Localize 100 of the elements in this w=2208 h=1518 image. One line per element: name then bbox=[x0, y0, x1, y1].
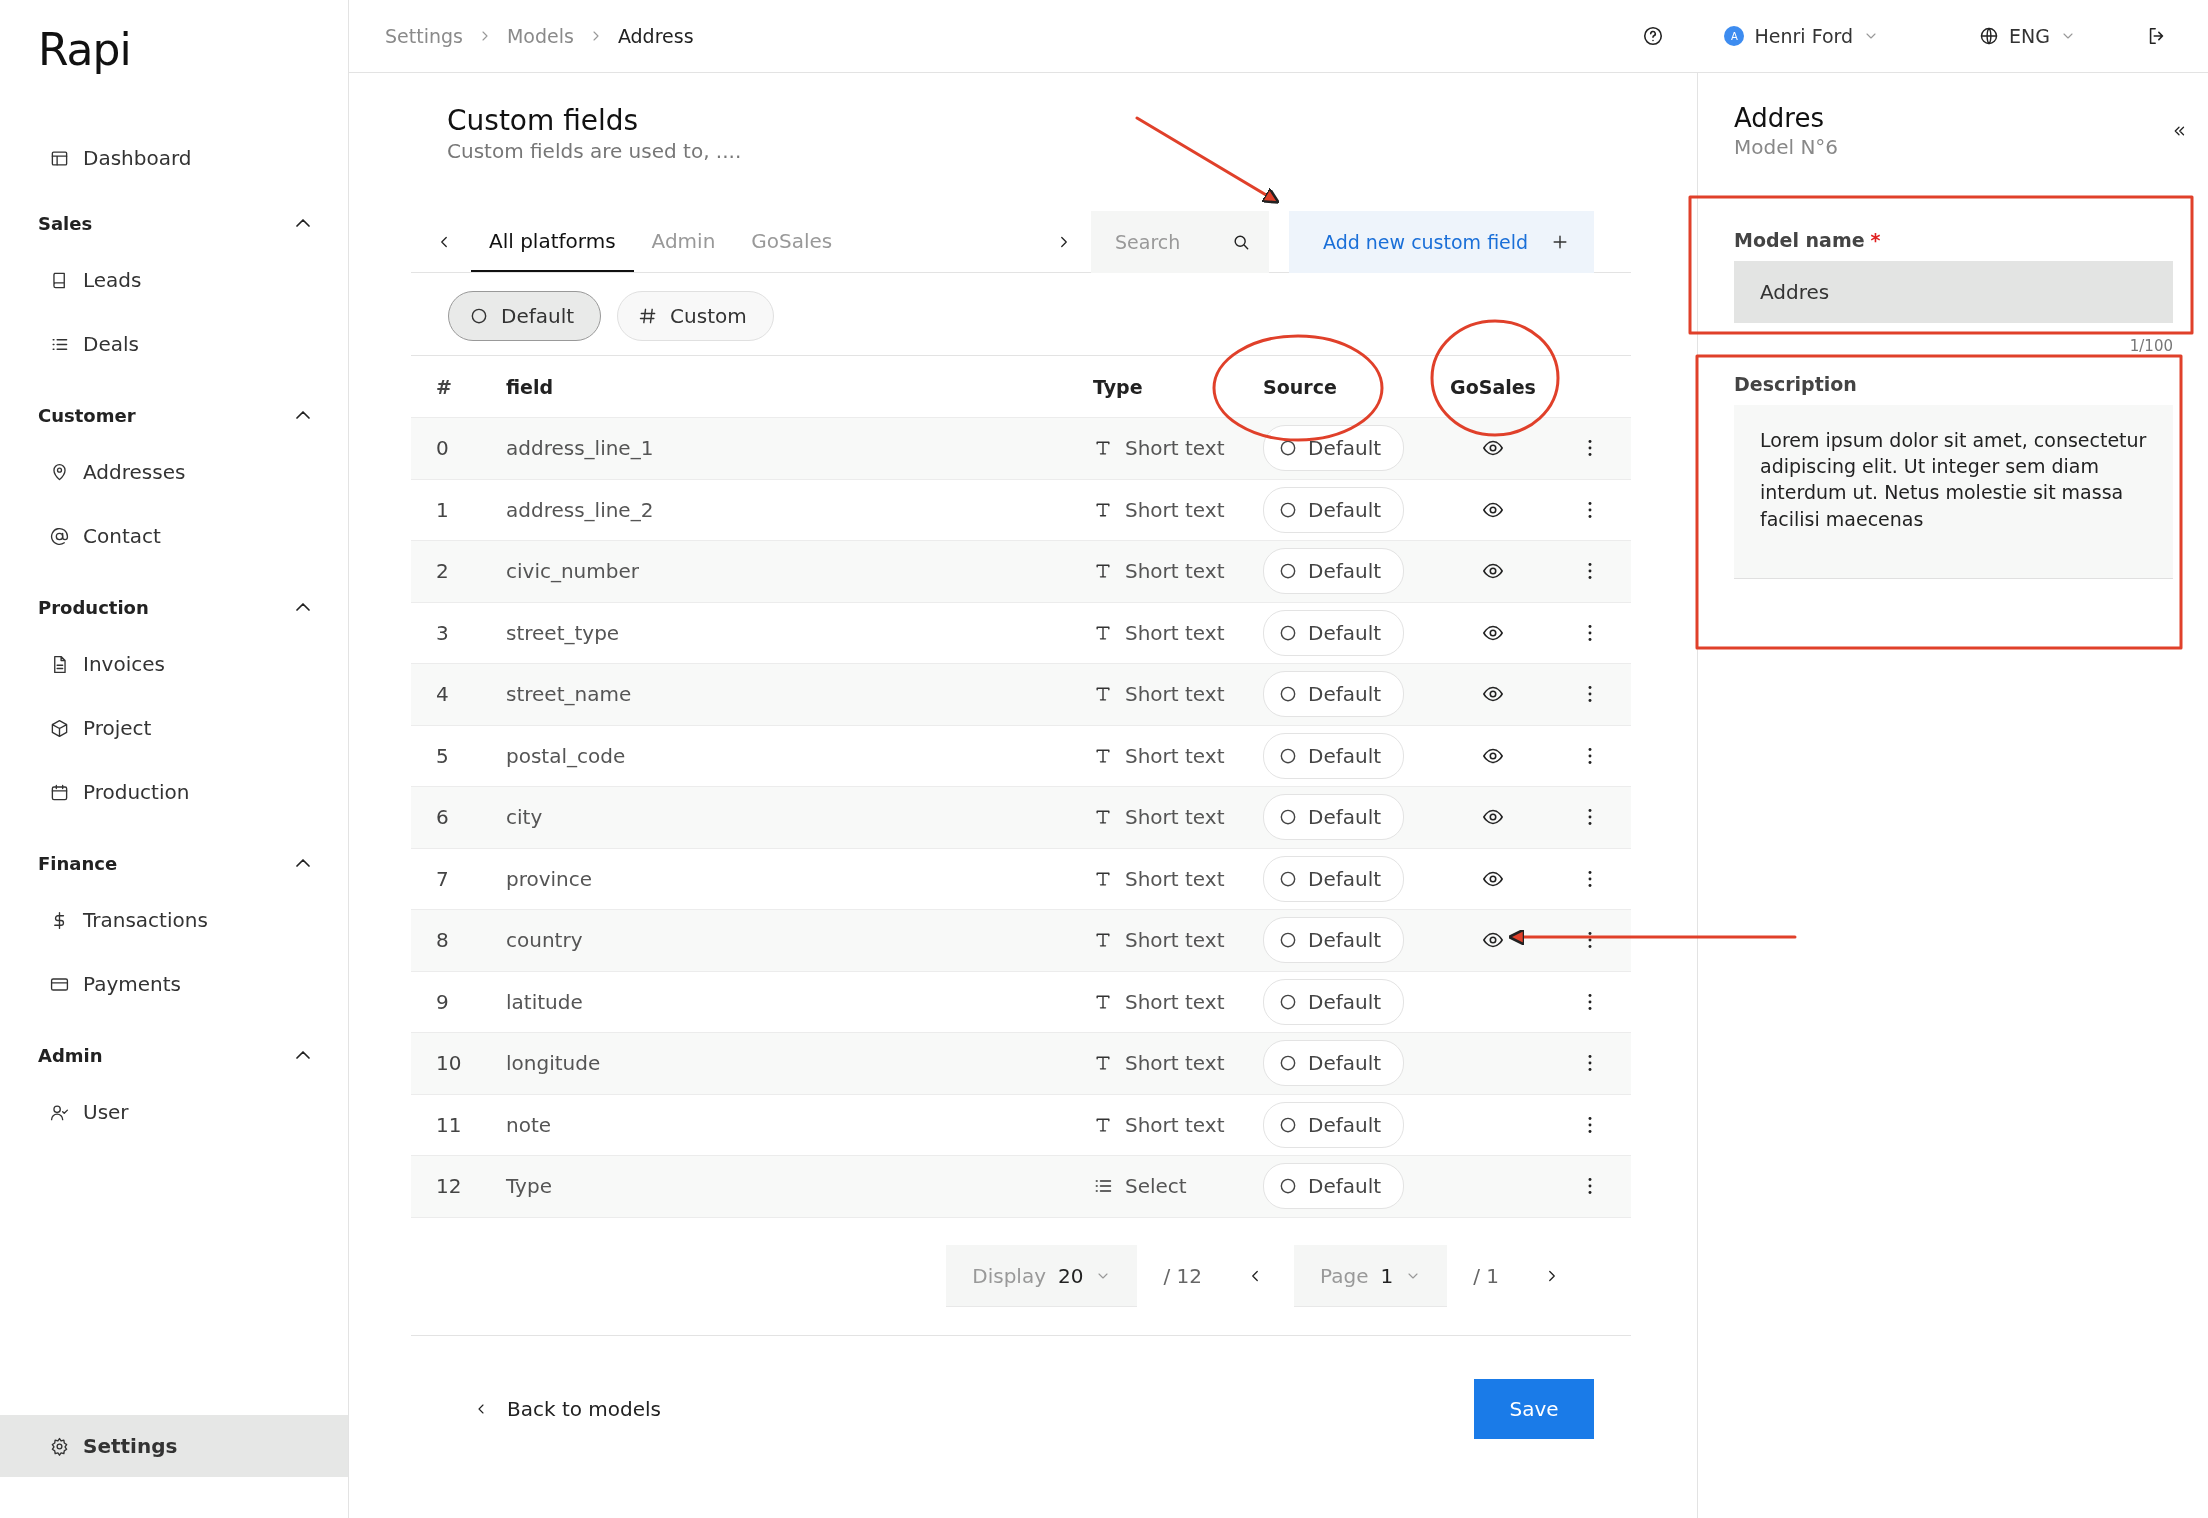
breadcrumb-link[interactable]: Address bbox=[617, 25, 694, 47]
user-menu[interactable]: A Henri Ford bbox=[1724, 25, 1880, 47]
location-pin-icon bbox=[50, 462, 69, 482]
table-cell-text: 3 bbox=[435, 620, 450, 645]
table-cell-text: 0 bbox=[435, 436, 450, 461]
table-cell: Short text bbox=[1125, 497, 1225, 522]
column-header: GoSales bbox=[1449, 375, 1537, 398]
panel-subtitle: Model N°6 bbox=[1734, 135, 1839, 159]
source-tag: Default bbox=[1263, 1040, 1405, 1087]
column-header: # bbox=[435, 375, 453, 398]
nav-group-header[interactable]: Finance bbox=[0, 834, 348, 889]
nav-item[interactable]: Invoices bbox=[0, 632, 348, 697]
field-label: Description bbox=[1734, 373, 1857, 395]
source-tag: Default bbox=[1263, 794, 1405, 841]
table-cell: Short text bbox=[1125, 620, 1225, 645]
layout-icon bbox=[50, 148, 69, 168]
page-count: / 1 bbox=[1473, 1264, 1499, 1288]
table-cell-text: civic_number bbox=[506, 559, 640, 584]
table-cell-text: city bbox=[506, 805, 544, 830]
description-field[interactable]: Lorem ipsum dolor sit amet, consectetur adipiscing elit. Ut integer sem diam interdum ut. Netus molestie sit massa facilisi maecenas bbox=[1734, 405, 2173, 579]
nav-item[interactable]: Transactions bbox=[0, 888, 348, 953]
nav-group-header[interactable]: Admin bbox=[0, 1026, 348, 1081]
chevron-icon bbox=[296, 859, 310, 868]
table-cell-text: 11 bbox=[435, 1112, 463, 1137]
table-cell-text: 8 bbox=[435, 928, 450, 953]
filter-chip[interactable]: Custom bbox=[617, 291, 774, 341]
source-tag: Default bbox=[1263, 978, 1405, 1025]
nav-group-header[interactable]: Customer bbox=[0, 386, 348, 441]
source-tag: Default bbox=[1263, 1101, 1405, 1148]
source-tag: Default bbox=[1263, 425, 1405, 472]
nav-item[interactable]: Payments bbox=[0, 952, 348, 1017]
table-cell: Short text bbox=[1125, 743, 1225, 768]
table-cell-text: 5 bbox=[435, 743, 450, 768]
nav-item[interactable]: Deals bbox=[0, 312, 348, 377]
page-select[interactable]: Page 1 bbox=[1294, 1245, 1448, 1307]
back-link[interactable]: Back to models bbox=[473, 1396, 662, 1421]
circle-icon bbox=[469, 306, 489, 326]
chevron-icon bbox=[296, 603, 310, 612]
globe-icon bbox=[1979, 26, 2000, 46]
table-cell: Short text bbox=[1125, 805, 1225, 830]
avatar: A bbox=[1724, 26, 1745, 46]
table-cell-text: 7 bbox=[435, 866, 450, 891]
search-field[interactable]: Search bbox=[1091, 210, 1269, 273]
table-cell: Select bbox=[1125, 1174, 1187, 1199]
table-cell: Short text bbox=[1125, 1112, 1225, 1137]
nav-item[interactable]: Dashboard bbox=[0, 126, 348, 191]
nav-group-header[interactable]: Sales bbox=[0, 194, 348, 249]
nav-item[interactable]: Production bbox=[0, 760, 348, 825]
tab[interactable]: All platforms bbox=[471, 211, 634, 272]
logo: Rapi bbox=[38, 26, 131, 75]
nav-group-header[interactable]: Production bbox=[0, 578, 348, 633]
display-count-select[interactable]: Display 20 bbox=[946, 1245, 1138, 1307]
table-cell-text: address_line_1 bbox=[506, 436, 655, 461]
total-count: / 12 bbox=[1163, 1264, 1202, 1288]
nav-item[interactable]: Addresses bbox=[0, 440, 348, 505]
table-cell-text: note bbox=[506, 1112, 553, 1137]
table-cell: Short text bbox=[1125, 866, 1225, 891]
at-sign-icon bbox=[50, 526, 69, 546]
nav-item[interactable]: Contact bbox=[0, 504, 348, 569]
source-tag: Default bbox=[1263, 671, 1405, 718]
help-icon[interactable] bbox=[1642, 25, 1665, 47]
table-cell-text: longitude bbox=[506, 1051, 602, 1076]
column-header: field bbox=[506, 375, 555, 398]
table-cell-text: postal_code bbox=[506, 743, 627, 768]
source-tag: Default bbox=[1263, 917, 1405, 964]
table-cell-text: street_type bbox=[506, 620, 621, 645]
column-header: Type bbox=[1093, 375, 1144, 398]
nav-item[interactable]: Leads bbox=[0, 248, 348, 313]
table-cell-text: 9 bbox=[435, 989, 450, 1014]
page-subtitle: Custom fields are used to, .... bbox=[447, 139, 743, 164]
table-cell-text: latitude bbox=[506, 989, 584, 1014]
table-cell-text: 12 bbox=[435, 1174, 463, 1199]
language-menu[interactable]: ENG bbox=[1979, 25, 2076, 47]
save-button[interactable]: Save bbox=[1474, 1378, 1594, 1439]
table-cell: Short text bbox=[1125, 928, 1225, 953]
settings-icon bbox=[50, 1436, 69, 1456]
nav-item[interactable]: User bbox=[0, 1080, 348, 1145]
filter-chip[interactable]: Default bbox=[448, 291, 602, 341]
settings-nav-item[interactable]: Settings bbox=[0, 1415, 348, 1477]
add-field-button[interactable]: Add new custom field bbox=[1289, 210, 1594, 273]
source-tag: Default bbox=[1263, 732, 1405, 779]
model-name-field[interactable]: Addres bbox=[1734, 261, 2173, 323]
nav-item[interactable]: Project bbox=[0, 696, 348, 761]
table-cell-text: 6 bbox=[435, 805, 450, 830]
table-cell-text: province bbox=[506, 866, 594, 891]
column-header: Source bbox=[1263, 375, 1338, 398]
panel-title: Addres bbox=[1734, 103, 1825, 133]
table-cell-text: Type bbox=[506, 1174, 553, 1199]
chevron-icon bbox=[296, 411, 310, 420]
character-counter: 1/100 bbox=[2128, 337, 2173, 355]
table-cell: Short text bbox=[1125, 436, 1225, 461]
table-cell-text: street_name bbox=[506, 682, 633, 707]
table-cell: Short text bbox=[1125, 682, 1225, 707]
table-cell: Short text bbox=[1125, 989, 1225, 1014]
source-tag: Default bbox=[1263, 486, 1405, 533]
table-cell-text: 4 bbox=[435, 682, 450, 707]
source-tag: Default bbox=[1263, 1163, 1405, 1210]
cube-icon bbox=[50, 718, 69, 738]
source-tag: Default bbox=[1263, 855, 1405, 902]
table-cell-text: country bbox=[506, 928, 584, 953]
